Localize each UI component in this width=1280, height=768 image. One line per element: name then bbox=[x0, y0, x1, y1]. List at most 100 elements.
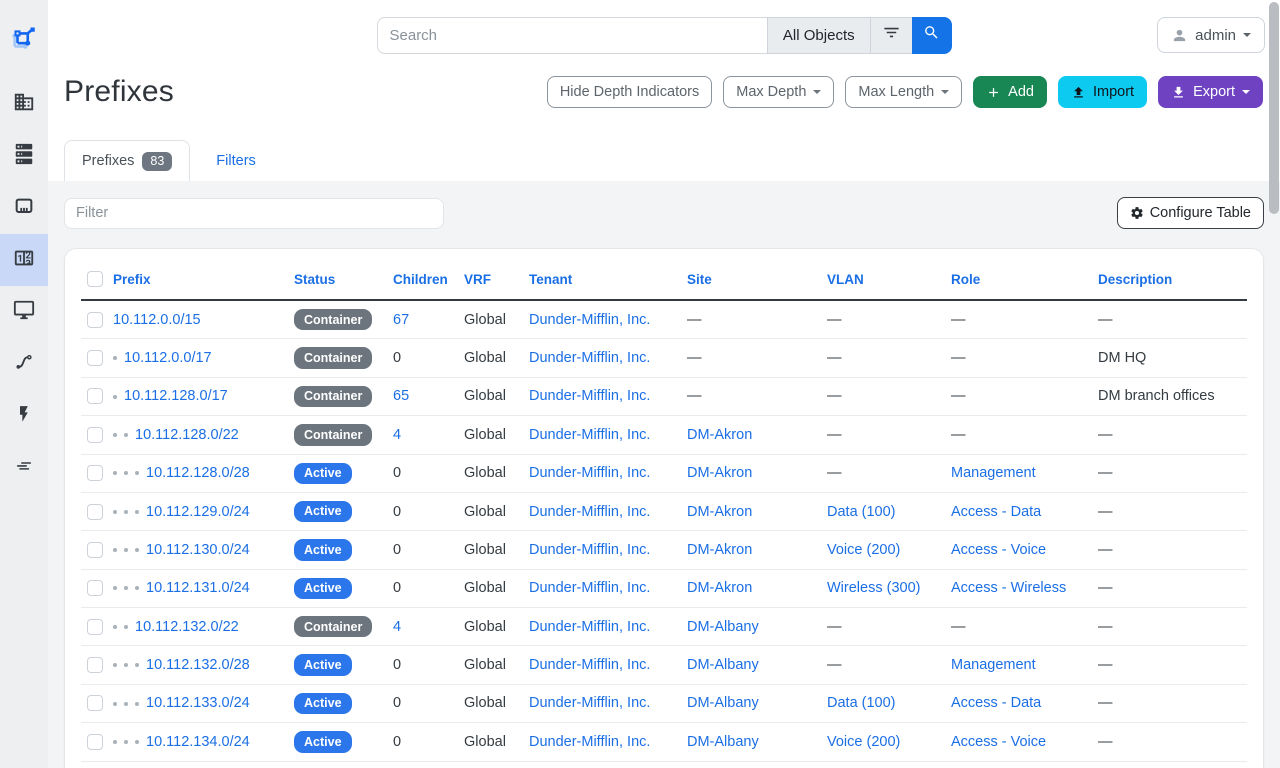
column-header-vrf[interactable]: VRF bbox=[464, 272, 491, 287]
children-link[interactable]: 4 bbox=[393, 427, 401, 443]
tab-prefixes[interactable]: Prefixes 83 bbox=[64, 140, 190, 181]
site-link[interactable]: DM-Akron bbox=[687, 542, 752, 558]
sidebar-item-power[interactable] bbox=[0, 390, 48, 442]
search-submit-button[interactable] bbox=[912, 17, 952, 54]
column-header-description[interactable]: Description bbox=[1098, 272, 1172, 287]
column-header-tenant[interactable]: Tenant bbox=[529, 272, 572, 287]
prefix-link[interactable]: 10.112.128.0/28 bbox=[146, 465, 250, 481]
tenant-link[interactable]: Dunder-Mifflin, Inc. bbox=[529, 619, 650, 635]
role-link[interactable]: Access - Data bbox=[951, 695, 1041, 711]
role-link[interactable]: Management bbox=[951, 657, 1036, 673]
page-scrollbar[interactable] bbox=[1269, 2, 1279, 214]
max-depth-dropdown[interactable]: Max Depth bbox=[723, 76, 834, 108]
role-link[interactable]: Management bbox=[951, 465, 1036, 481]
select-all-checkbox[interactable] bbox=[87, 271, 103, 287]
tab-filters[interactable]: Filters bbox=[199, 140, 272, 181]
tenant-link[interactable]: Dunder-Mifflin, Inc. bbox=[529, 542, 650, 558]
prefix-link[interactable]: 10.112.130.0/24 bbox=[146, 542, 250, 558]
table-row: 10.112.129.0/24 Active 0 Global Dunder-M… bbox=[81, 492, 1247, 530]
prefix-link[interactable]: 10.112.128.0/22 bbox=[135, 427, 239, 443]
column-header-children[interactable]: Children bbox=[393, 272, 448, 287]
row-checkbox[interactable] bbox=[87, 734, 103, 750]
import-button[interactable]: Import bbox=[1058, 76, 1147, 108]
site-link[interactable]: DM-Akron bbox=[687, 504, 752, 520]
vlan-link[interactable]: Voice (200) bbox=[827, 542, 900, 558]
vlan-link[interactable]: Wireless (300) bbox=[827, 580, 920, 596]
prefix-link[interactable]: 10.112.133.0/24 bbox=[146, 695, 250, 711]
tenant-link[interactable]: Dunder-Mifflin, Inc. bbox=[529, 350, 650, 366]
role-link[interactable]: Access - Voice bbox=[951, 542, 1046, 558]
column-header-role[interactable]: Role bbox=[951, 272, 980, 287]
row-checkbox[interactable] bbox=[87, 427, 103, 443]
user-menu-button[interactable]: admin bbox=[1157, 17, 1265, 53]
export-dropdown[interactable]: Export bbox=[1158, 76, 1263, 108]
sidebar-item-connections[interactable] bbox=[0, 182, 48, 234]
role-link[interactable]: Access - Wireless bbox=[951, 580, 1066, 596]
vlan-link[interactable]: Data (100) bbox=[827, 504, 896, 520]
row-checkbox[interactable] bbox=[87, 619, 103, 635]
tenant-link[interactable]: Dunder-Mifflin, Inc. bbox=[529, 427, 650, 443]
table-filter-input[interactable] bbox=[64, 198, 444, 229]
column-header-site[interactable]: Site bbox=[687, 272, 712, 287]
status-badge: Active bbox=[294, 463, 352, 484]
row-checkbox[interactable] bbox=[87, 504, 103, 520]
vlan-link[interactable]: Voice (200) bbox=[827, 734, 900, 750]
tenant-link[interactable]: Dunder-Mifflin, Inc. bbox=[529, 504, 650, 520]
vlan-link[interactable]: Data (100) bbox=[827, 695, 896, 711]
children-link[interactable]: 4 bbox=[393, 619, 401, 635]
site-link[interactable]: DM-Albany bbox=[687, 657, 759, 673]
role-link[interactable]: Access - Data bbox=[951, 504, 1041, 520]
tenant-link[interactable]: Dunder-Mifflin, Inc. bbox=[529, 580, 650, 596]
row-checkbox[interactable] bbox=[87, 388, 103, 404]
prefix-link[interactable]: 10.112.131.0/24 bbox=[146, 580, 250, 596]
sidebar-item-devices[interactable] bbox=[0, 130, 48, 182]
tenant-link[interactable]: Dunder-Mifflin, Inc. bbox=[529, 657, 650, 673]
site-link[interactable]: DM-Akron bbox=[687, 580, 752, 596]
prefix-link[interactable]: 10.112.132.0/28 bbox=[146, 657, 250, 673]
hide-depth-indicators-button[interactable]: Hide Depth Indicators bbox=[547, 76, 712, 108]
column-header-prefix[interactable]: Prefix bbox=[113, 272, 151, 287]
row-checkbox[interactable] bbox=[87, 350, 103, 366]
search-filter-button[interactable] bbox=[870, 17, 913, 54]
tenant-link[interactable]: Dunder-Mifflin, Inc. bbox=[529, 695, 650, 711]
row-checkbox[interactable] bbox=[87, 695, 103, 711]
prefix-link[interactable]: 10.112.0.0/15 bbox=[113, 312, 201, 328]
sidebar-item-other[interactable] bbox=[0, 442, 48, 494]
search-input[interactable] bbox=[377, 17, 768, 54]
children-link[interactable]: 67 bbox=[393, 312, 409, 328]
site-link[interactable]: DM-Albany bbox=[687, 619, 759, 635]
role-link[interactable]: Access - Voice bbox=[951, 734, 1046, 750]
column-header-vlan[interactable]: VLAN bbox=[827, 272, 864, 287]
sidebar-item-ipam[interactable] bbox=[0, 234, 48, 286]
sidebar-item-organization[interactable] bbox=[0, 78, 48, 130]
site-link[interactable]: DM-Akron bbox=[687, 427, 752, 443]
row-checkbox[interactable] bbox=[87, 465, 103, 481]
prefix-link[interactable]: 10.112.129.0/24 bbox=[146, 504, 250, 520]
site-link[interactable]: DM-Albany bbox=[687, 695, 759, 711]
row-checkbox[interactable] bbox=[87, 580, 103, 596]
max-length-dropdown[interactable]: Max Length bbox=[845, 76, 962, 108]
children-link[interactable]: 65 bbox=[393, 388, 409, 404]
sidebar-item-circuits[interactable] bbox=[0, 338, 48, 390]
row-checkbox[interactable] bbox=[87, 312, 103, 328]
add-button[interactable]: Add bbox=[973, 76, 1047, 108]
site-link[interactable]: DM-Akron bbox=[687, 465, 752, 481]
sidebar-item-virtualization[interactable] bbox=[0, 286, 48, 338]
configure-table-button[interactable]: Configure Table bbox=[1117, 197, 1264, 229]
tenant-link[interactable]: Dunder-Mifflin, Inc. bbox=[529, 465, 650, 481]
prefix-link[interactable]: 10.112.128.0/17 bbox=[124, 388, 228, 404]
prefix-link[interactable]: 10.112.132.0/22 bbox=[135, 619, 239, 635]
site-link[interactable]: DM-Albany bbox=[687, 734, 759, 750]
row-checkbox[interactable] bbox=[87, 542, 103, 558]
column-header-status[interactable]: Status bbox=[294, 272, 335, 287]
prefix-link[interactable]: 10.112.134.0/24 bbox=[146, 734, 250, 750]
site-cell: DM-Albany bbox=[687, 608, 827, 646]
role-cell: Access - Wireless bbox=[951, 761, 1098, 768]
tenant-link[interactable]: Dunder-Mifflin, Inc. bbox=[529, 388, 650, 404]
tenant-link[interactable]: Dunder-Mifflin, Inc. bbox=[529, 734, 650, 750]
search-scope-dropdown[interactable]: All Objects bbox=[767, 17, 871, 54]
row-checkbox[interactable] bbox=[87, 657, 103, 673]
prefix-link[interactable]: 10.112.0.0/17 bbox=[124, 350, 212, 366]
tenant-link[interactable]: Dunder-Mifflin, Inc. bbox=[529, 312, 650, 328]
netbox-logo-icon[interactable] bbox=[0, 0, 48, 78]
